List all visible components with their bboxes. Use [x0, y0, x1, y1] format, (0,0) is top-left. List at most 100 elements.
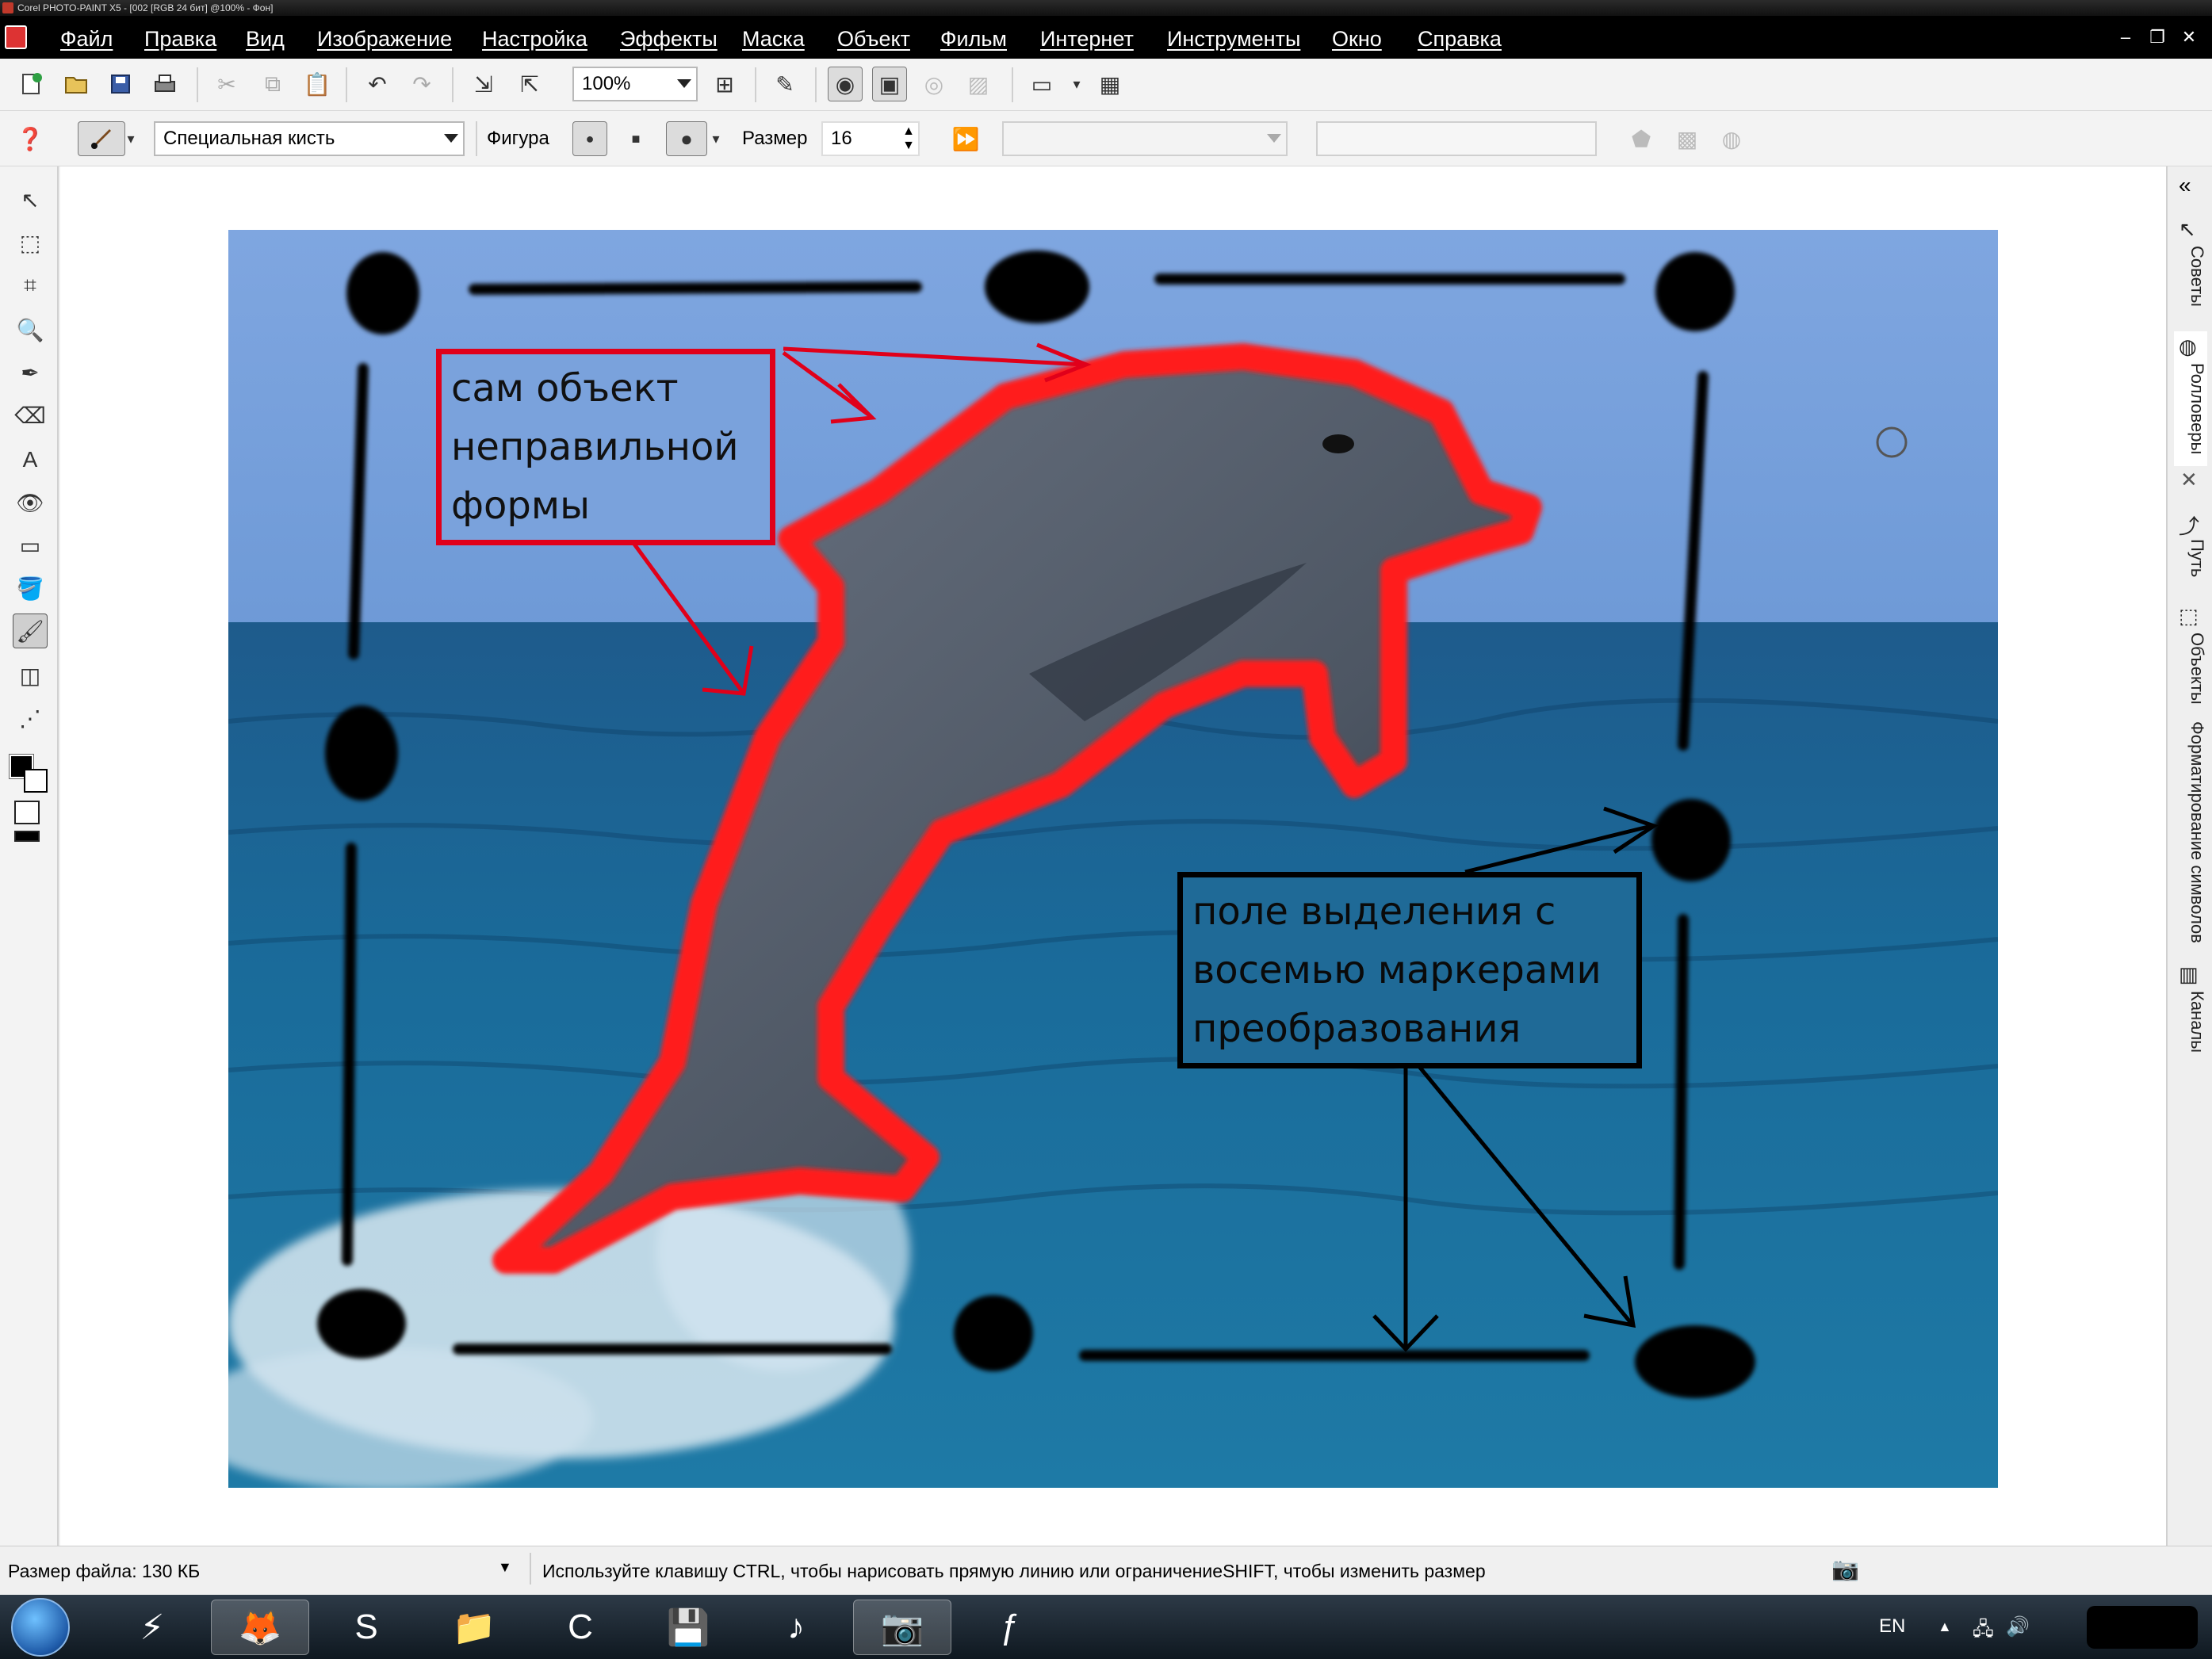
- document-image[interactable]: сам объект неправильной формы поле выдел…: [228, 230, 1998, 1488]
- document-icon[interactable]: [5, 25, 27, 49]
- round-nib-icon[interactable]: ●: [572, 121, 607, 156]
- docker-tab-objects[interactable]: ⬚ Объекты: [2174, 601, 2207, 705]
- application-launcher-icon[interactable]: ▭: [1024, 67, 1059, 101]
- document-workspace[interactable]: сам объект неправильной формы поле выдел…: [60, 166, 2166, 1546]
- chevron-down-icon[interactable]: ▾: [1059, 67, 1094, 101]
- pick-tool-icon[interactable]: ↖: [13, 182, 48, 217]
- media-player-taskbar-icon[interactable]: ♪: [747, 1600, 845, 1655]
- menu-view[interactable]: Вид: [243, 25, 288, 52]
- brush-type-combo[interactable]: Специальная кисть: [154, 121, 465, 156]
- flash-taskbar-icon[interactable]: ƒ: [961, 1600, 1059, 1655]
- camera-status-icon[interactable]: 📷: [1831, 1556, 1859, 1582]
- start-button[interactable]: [11, 1598, 70, 1657]
- eyedropper-tool-icon[interactable]: ✒: [13, 355, 48, 390]
- paper-color-swatch[interactable]: [14, 801, 40, 824]
- export-icon[interactable]: ⇱: [512, 67, 547, 101]
- undo-icon[interactable]: ↶: [360, 67, 395, 101]
- copy-icon[interactable]: ⧉: [255, 67, 290, 101]
- mask-icon[interactable]: ▩: [1670, 121, 1705, 156]
- volume-icon[interactable]: 🔊: [2006, 1615, 2030, 1638]
- close-doc-icon[interactable]: ✕: [2177, 27, 2201, 48]
- zoom-tool-icon[interactable]: 🔍: [13, 312, 48, 347]
- restore-doc-icon[interactable]: ❐: [2145, 27, 2169, 48]
- lock-mask-icon[interactable]: ▨: [961, 67, 996, 101]
- tray-expand-icon[interactable]: ▲: [1938, 1619, 1952, 1635]
- cut-icon[interactable]: ✂: [209, 67, 244, 101]
- ccleaner-taskbar-icon[interactable]: C: [531, 1600, 630, 1655]
- redo-icon[interactable]: ↷: [404, 67, 439, 101]
- menu-image[interactable]: Изображение: [314, 25, 455, 52]
- zoom-combo[interactable]: 100%: [572, 67, 698, 101]
- record-icon[interactable]: ◍: [1714, 121, 1749, 156]
- menu-web[interactable]: Интернет: [1037, 25, 1137, 52]
- docker-tab-hints-label: Советы: [2187, 246, 2207, 307]
- nib-preview-button[interactable]: ●: [666, 121, 707, 156]
- docker-tab-channels[interactable]: ▥ Каналы: [2174, 959, 2207, 1062]
- welcome-screen-icon[interactable]: ▦: [1093, 67, 1127, 101]
- clock-area[interactable]: [2087, 1606, 2198, 1649]
- image-sprayer-tool-icon[interactable]: ⋰: [13, 701, 48, 736]
- skype-taskbar-icon[interactable]: S: [317, 1600, 415, 1655]
- background-color-swatch[interactable]: [24, 769, 48, 793]
- paste-icon[interactable]: 📋: [300, 67, 335, 101]
- crop-tool-icon[interactable]: ⌗: [13, 268, 48, 303]
- menu-file[interactable]: Файл: [57, 25, 116, 52]
- chevron-down-icon[interactable]: ▾: [119, 121, 143, 156]
- open-folder-icon[interactable]: [59, 67, 94, 101]
- menu-tools[interactable]: Инструменты: [1164, 25, 1303, 52]
- docker-tab-path[interactable]: ⤴ Путь: [2174, 507, 2207, 594]
- eraser-tool-icon[interactable]: ⌫: [13, 398, 48, 433]
- menu-help[interactable]: Справка: [1414, 25, 1505, 52]
- disabled-text-field[interactable]: [1316, 121, 1597, 156]
- hints-icon[interactable]: ❓: [13, 121, 48, 156]
- rectangle-mask-tool-icon[interactable]: ⬚: [13, 225, 48, 260]
- menu-object[interactable]: Объект: [834, 25, 913, 52]
- print-icon[interactable]: [147, 67, 182, 101]
- spin-arrows-icon[interactable]: ▲ ▼: [902, 124, 915, 153]
- collapse-dockers-icon[interactable]: «: [2179, 173, 2191, 198]
- pentagon-icon[interactable]: ⬟: [1624, 121, 1659, 156]
- fill-tool-icon[interactable]: 🪣: [13, 571, 48, 606]
- chevron-down-icon[interactable]: ▼: [498, 1559, 512, 1576]
- docker-tab-objects-label: Объекты: [2187, 633, 2207, 705]
- import-icon[interactable]: ⇲: [466, 67, 501, 101]
- winamp-taskbar-icon[interactable]: ⚡: [103, 1600, 201, 1655]
- floppy-taskbar-icon[interactable]: 💾: [639, 1600, 737, 1655]
- square-nib-icon[interactable]: ■: [618, 121, 653, 156]
- menu-adjust[interactable]: Настройка: [479, 25, 591, 52]
- menu-movie[interactable]: Фильм: [937, 25, 1010, 52]
- brush-picker-button[interactable]: [78, 121, 125, 156]
- disabled-combo[interactable]: [1002, 121, 1288, 156]
- firefox-taskbar-icon[interactable]: 🦊: [211, 1600, 309, 1655]
- brush-settings-icon[interactable]: ✎: [767, 67, 802, 101]
- menu-effects[interactable]: Эффекты: [617, 25, 721, 52]
- language-indicator[interactable]: EN: [1879, 1615, 1905, 1638]
- photo-paint-taskbar-icon[interactable]: 📷: [853, 1600, 951, 1655]
- effect-tool-icon[interactable]: ◫: [13, 658, 48, 693]
- mask-overlay-icon[interactable]: ◎: [917, 67, 951, 101]
- docker-tab-hints[interactable]: ↖ Советы: [2174, 214, 2207, 325]
- save-icon[interactable]: [103, 67, 138, 101]
- mask-mode-swatch[interactable]: [14, 831, 40, 842]
- explorer-taskbar-icon[interactable]: 📁: [425, 1600, 523, 1655]
- show-object-marquee-icon[interactable]: ◉: [828, 67, 863, 101]
- rectangle-tool-icon[interactable]: ▭: [13, 528, 48, 563]
- network-icon[interactable]: 🖧: [1973, 1615, 1994, 1648]
- zoom-to-fit-icon[interactable]: ⊞: [707, 67, 742, 101]
- docker-tab-character-formatting[interactable]: Форматирование символов: [2174, 713, 2207, 959]
- menu-window[interactable]: Окно: [1329, 25, 1385, 52]
- toolbar-separator: [815, 67, 817, 102]
- menu-mask[interactable]: Маска: [739, 25, 808, 52]
- text-tool-icon[interactable]: A: [13, 442, 48, 477]
- docker-tab-rollovers[interactable]: ◍ Ролловеры: [2174, 331, 2207, 466]
- show-mask-marquee-icon[interactable]: ▣: [872, 67, 907, 101]
- chevron-down-icon[interactable]: ▾: [704, 121, 728, 156]
- menu-edit[interactable]: Правка: [141, 25, 220, 52]
- brush-settings-arrow-icon[interactable]: ⏩: [948, 121, 983, 156]
- red-eye-tool-icon[interactable]: 👁: [13, 485, 48, 520]
- paint-tool-icon[interactable]: 🖌: [13, 614, 48, 648]
- size-input[interactable]: 16 ▲ ▼: [821, 121, 920, 156]
- minimize-doc-icon[interactable]: –: [2114, 27, 2137, 48]
- close-docker-icon[interactable]: ✕: [2180, 468, 2198, 492]
- new-document-icon[interactable]: [14, 67, 49, 101]
